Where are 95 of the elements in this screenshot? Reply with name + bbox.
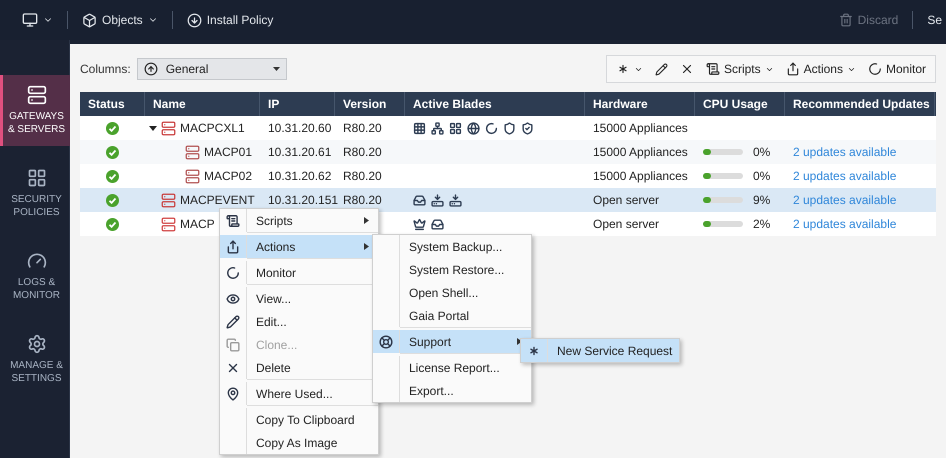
table-row[interactable]: MACP02 10.31.20.62 R80.20 15000 Appliances 0% 2 updates available <box>80 164 936 188</box>
map-pin-icon <box>226 386 240 400</box>
sidebar-item[interactable]: MANAGE & SETTINGS <box>0 324 70 395</box>
columns-label: Columns: <box>80 62 131 76</box>
columns-dropdown[interactable]: General <box>136 58 287 80</box>
menu-item[interactable]: View... <box>220 287 378 310</box>
cpu-reading: 9% <box>753 193 770 207</box>
server-stack-icon <box>26 85 46 105</box>
server-icon <box>185 168 200 184</box>
scroll-icon <box>706 62 720 76</box>
scroll-icon <box>226 214 240 228</box>
cpu-meter <box>703 221 743 227</box>
updates-link[interactable]: 2 updates available <box>793 169 896 183</box>
menu-item[interactable]: Copy As Image <box>220 431 378 454</box>
blade-icon <box>413 194 426 206</box>
blade-icon <box>449 194 462 206</box>
menu-item[interactable]: New Service Request <box>521 339 679 362</box>
hardware: 15000 Appliances <box>593 145 688 159</box>
cpu-reading: 0% <box>753 145 770 159</box>
updates-link[interactable]: 2 updates available <box>793 145 896 159</box>
monitor-icon <box>22 12 38 28</box>
pencil-icon <box>226 314 240 328</box>
blade-icon <box>521 122 534 134</box>
sidebar-item[interactable]: LOGS & MONITOR <box>0 241 70 312</box>
version: R80.20 <box>343 145 382 159</box>
hardware: 15000 Appliances <box>593 169 688 183</box>
hardware: Open server <box>593 217 660 231</box>
ip-address: 10.31.20.62 <box>268 169 332 183</box>
hardware: 15000 Appliances <box>593 121 688 135</box>
submenu-arrow-icon <box>364 217 369 224</box>
menu-item[interactable]: Copy To Clipboard <box>220 408 378 431</box>
blade-icon <box>413 218 426 230</box>
caret-icon <box>272 67 280 71</box>
monitor-button[interactable]: Monitor <box>862 57 931 81</box>
version: R80.20 <box>343 121 382 135</box>
sidebar-item[interactable]: GATEWAYS & SERVERS <box>0 75 70 146</box>
blade-icon <box>431 218 444 230</box>
blade-icon <box>485 122 498 134</box>
eye-icon <box>226 292 240 306</box>
menu-item[interactable]: License Report... <box>373 356 531 379</box>
actions-button[interactable]: Actions <box>780 57 861 81</box>
server-icon <box>161 192 176 208</box>
table-row[interactable]: MACP01 10.31.20.61 R80.20 15000 Appliances 0% 2 updates available <box>80 140 936 164</box>
menu-item[interactable]: Support <box>373 330 531 353</box>
device-name: MACP01 <box>204 145 252 159</box>
server-icon <box>161 120 176 136</box>
server-icon <box>185 144 200 160</box>
blade-icon <box>413 122 426 134</box>
menu-item[interactable]: Monitor <box>220 261 378 284</box>
ip-address: 10.31.20.61 <box>268 145 332 159</box>
table-row[interactable]: MACPCXL1 10.31.20.60 R80.20 15000 Appliances <box>80 116 936 140</box>
copy-icon <box>226 338 240 352</box>
arrow-up-icon <box>144 62 158 76</box>
cpu-reading: 2% <box>753 217 770 231</box>
session-button[interactable]: Se <box>923 13 946 27</box>
blade-icon <box>431 194 444 206</box>
version: R80.20 <box>343 169 382 183</box>
scripts-button[interactable]: Scripts <box>700 57 779 81</box>
menu-item[interactable]: Delete <box>220 356 378 379</box>
blade-icon <box>503 122 516 134</box>
device-name: MACP02 <box>204 169 252 183</box>
pencil-icon <box>654 62 668 76</box>
grid-icon <box>26 168 46 188</box>
settings-icon <box>26 334 46 354</box>
cpu-reading: 0% <box>753 169 770 183</box>
cpu-meter <box>703 149 743 155</box>
share-icon <box>226 240 240 254</box>
device-name: MACPEVENT <box>180 193 255 207</box>
ip-address: 10.31.20.151 <box>268 193 338 207</box>
menu-item[interactable]: Scripts <box>220 209 378 232</box>
ip-address: 10.31.20.60 <box>268 121 332 135</box>
device-name: MACP <box>180 217 215 231</box>
download-icon <box>186 12 202 28</box>
sidebar-item[interactable]: SECURITY POLICIES <box>0 158 70 229</box>
blade-icon <box>449 122 462 134</box>
device-name: MACPCXL1 <box>180 121 245 135</box>
trash-icon <box>838 13 853 27</box>
objects-button[interactable]: Objects <box>78 12 162 28</box>
submenu-arrow-icon <box>364 243 369 250</box>
menu-item[interactable]: Where Used... <box>220 382 378 405</box>
blade-icon <box>431 122 444 134</box>
cube-icon <box>82 12 97 28</box>
version: R80.20 <box>343 193 382 207</box>
updates-link[interactable]: 2 updates available <box>793 217 896 231</box>
cpu-meter <box>703 173 743 179</box>
lifebuoy-icon <box>379 334 393 348</box>
share-icon <box>786 62 800 76</box>
table-row[interactable]: MACPEVENT 10.31.20.151 R80.20 Open server 9% 2 updates available <box>80 188 936 212</box>
hardware: Open server <box>593 193 660 207</box>
menu-item[interactable]: Gaia Portal <box>373 304 531 327</box>
expand-arrow-icon[interactable] <box>149 124 157 132</box>
install-policy-button[interactable]: Install Policy <box>182 12 278 28</box>
server-icon <box>161 216 176 232</box>
blade-icon <box>467 122 480 134</box>
cpu-meter <box>703 197 743 203</box>
